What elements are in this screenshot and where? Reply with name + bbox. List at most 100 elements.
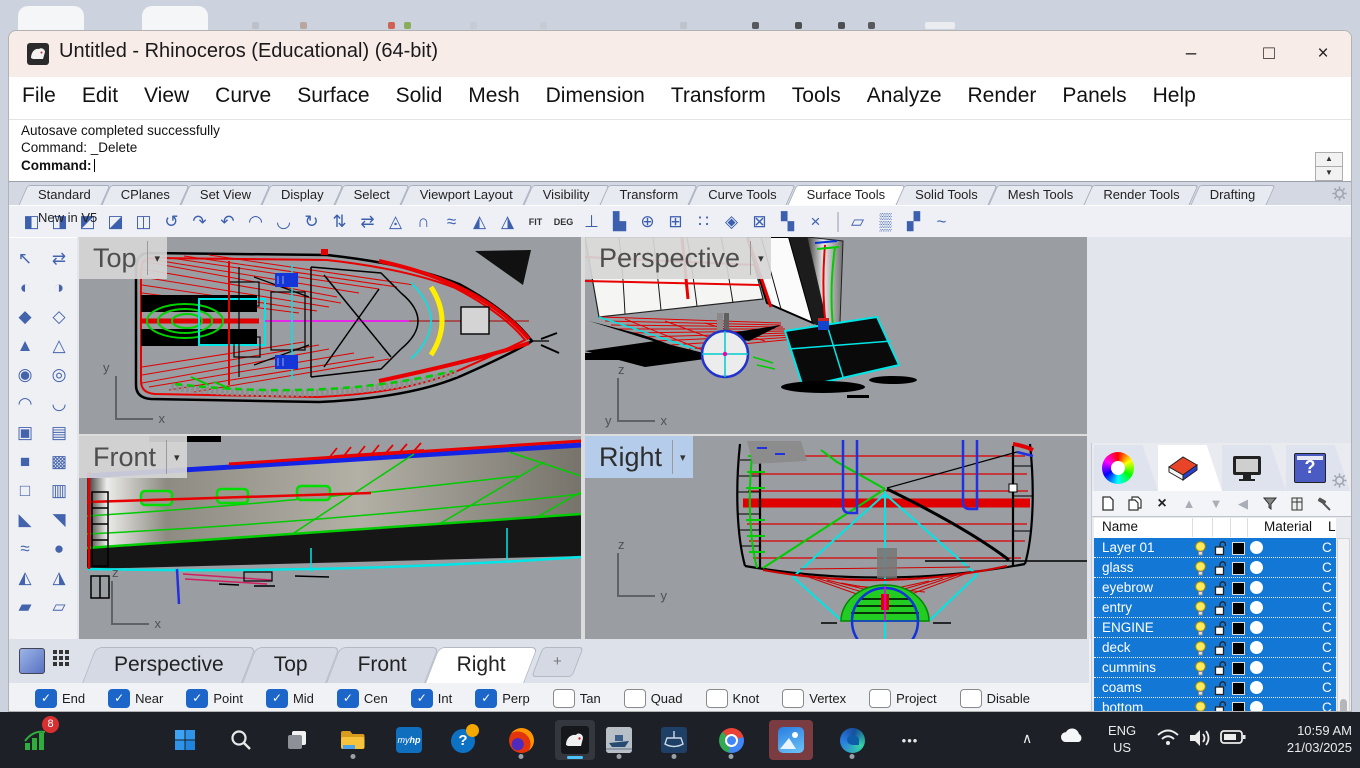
layer-tools-button[interactable] [1316, 496, 1332, 512]
layer-visibility-bulb-icon[interactable] [1194, 661, 1207, 676]
taskbar-firefox-button[interactable] [501, 720, 541, 760]
fit-tolerance-icon[interactable]: FIT [523, 209, 548, 234]
column-linetype[interactable]: L [1328, 519, 1336, 534]
layer-linetype[interactable]: C [1322, 540, 1336, 555]
layer-linetype[interactable]: C [1322, 600, 1336, 615]
layer-color-swatch[interactable] [1232, 702, 1245, 712]
osnap-checkbox[interactable]: ✓ [475, 689, 497, 708]
cylinder-tool-icon[interactable]: ▥ [45, 478, 73, 503]
taskbar-boat-image-button[interactable] [599, 720, 639, 760]
layer-row[interactable]: deck C [1094, 638, 1336, 658]
ribbon-divider[interactable] [837, 212, 839, 232]
viewport-perspective[interactable]: Perspective ▾ z y x [585, 237, 1087, 434]
blend-surface-icon[interactable]: ◠ [243, 209, 268, 234]
osnap-toggle[interactable]: ✓ Near [108, 689, 163, 708]
column-name[interactable]: Name [1102, 519, 1138, 534]
layer-lock-icon[interactable] [1214, 681, 1227, 696]
layer-material-swatch[interactable] [1250, 701, 1263, 712]
viewport-menu-arrow-icon[interactable]: ▾ [166, 440, 187, 474]
taskbar-file-explorer-button[interactable] [333, 720, 373, 760]
layer-visibility-bulb-icon[interactable] [1194, 581, 1207, 596]
fair-surface-icon[interactable]: ≈ [439, 209, 464, 234]
layer-row[interactable]: coams C [1094, 678, 1336, 698]
toolbar-tab[interactable]: CPlanes [106, 185, 185, 205]
viewport-title-top[interactable]: Top ▾ [79, 237, 167, 279]
toolbar-tab[interactable]: Surface Tools [792, 185, 901, 205]
osnap-toggle[interactable]: Disable [960, 689, 1030, 708]
toolbar-tab[interactable]: Standard [23, 185, 106, 205]
taskbar-start-button[interactable] [165, 720, 205, 760]
layer-name[interactable]: deck [1102, 640, 1188, 655]
osnap-checkbox[interactable] [869, 689, 891, 708]
layer-material-swatch[interactable] [1250, 621, 1263, 634]
layer-name[interactable]: glass [1102, 560, 1188, 575]
make-periodic-icon[interactable]: ◬ [383, 209, 408, 234]
toolbar-tab[interactable]: Transform [604, 185, 693, 205]
duplicate-layer-button[interactable] [1127, 496, 1143, 512]
layer-name[interactable]: ENGINE [1102, 620, 1188, 635]
match-surface-icon[interactable]: ∩ [411, 209, 436, 234]
osnap-checkbox[interactable] [624, 689, 646, 708]
toolbar-tab[interactable]: Display [266, 185, 339, 205]
pyramid-tool-icon[interactable]: ◥ [45, 507, 73, 532]
layer-linetype[interactable]: C [1322, 560, 1336, 575]
layer-row[interactable]: glass C [1094, 558, 1336, 578]
surface-from-grid-icon[interactable]: ⊕ [635, 209, 660, 234]
ellipse-tool-icon[interactable]: ◎ [45, 362, 73, 387]
viewport-thumbnail-icon[interactable] [19, 648, 45, 674]
layer-color-swatch[interactable] [1232, 662, 1245, 675]
layer-name[interactable]: eyebrow [1102, 580, 1188, 595]
smash-surface-icon[interactable]: ▚ [775, 209, 800, 234]
layer-visibility-bulb-icon[interactable] [1194, 681, 1207, 696]
toolbar-tab[interactable]: Visibility [528, 185, 605, 205]
layer-color-swatch[interactable] [1232, 542, 1245, 555]
toolbar-tab[interactable]: Curve Tools [693, 185, 791, 205]
layer-material-swatch[interactable] [1250, 581, 1263, 594]
close-button[interactable]: × [1301, 39, 1345, 69]
layer-color-swatch[interactable] [1232, 582, 1245, 595]
menu-item[interactable]: Solid [383, 77, 456, 108]
layer-visibility-bulb-icon[interactable] [1194, 621, 1207, 636]
move-layer-up-button[interactable]: ▲ [1181, 496, 1197, 512]
viewport-tab[interactable]: Top [249, 647, 333, 683]
osnap-checkbox[interactable]: ✓ [266, 689, 288, 708]
viewport-top[interactable]: Top ▾ y x [79, 237, 581, 434]
polygon-tool-icon[interactable]: ▤ [45, 420, 73, 445]
refit-surface-icon[interactable]: ◭ [467, 209, 492, 234]
align-surface-icon[interactable]: ▙ [607, 209, 632, 234]
circle-tool-icon[interactable]: ◉ [11, 362, 39, 387]
tab-layers[interactable] [1158, 445, 1222, 491]
viewport-menu-arrow-icon[interactable]: ▾ [750, 241, 771, 275]
viewport-title-perspective[interactable]: Perspective ▾ [585, 237, 771, 279]
move-layer-down-button[interactable]: ▼ [1208, 496, 1224, 512]
taskbar-edge-button[interactable] [832, 720, 872, 760]
viewport-menu-arrow-icon[interactable]: ▾ [147, 241, 168, 275]
surface-from-points-icon[interactable]: ⊞ [663, 209, 688, 234]
tab-display[interactable] [1222, 445, 1286, 491]
sphere-tool-icon[interactable]: ● [45, 536, 73, 561]
fillet-1-icon[interactable]: ◭ [11, 565, 39, 590]
clock[interactable]: 10:59 AM 21/03/2025 [1252, 722, 1360, 756]
command-scroll-up-button[interactable]: ▲ [1315, 152, 1343, 167]
layer-report-button[interactable] [1289, 496, 1305, 512]
toolbar-tab[interactable]: Drafting [1195, 185, 1271, 205]
taskbar-boat-model-button[interactable] [654, 720, 694, 760]
symmetry-icon[interactable]: ↺ [159, 209, 184, 234]
grid-snap-icon[interactable] [51, 648, 75, 672]
flow-back-icon[interactable]: ↶ [215, 209, 240, 234]
taskbar-photos-button[interactable] [769, 720, 813, 760]
volume-icon[interactable] [1188, 727, 1212, 749]
menu-item[interactable]: Transform [658, 77, 779, 108]
viewport-title-front[interactable]: Front ▾ [79, 436, 187, 478]
show-objects-icon[interactable]: ◐ [11, 275, 39, 300]
menu-item[interactable]: Surface [284, 77, 382, 108]
surface-cv-icon[interactable]: △ [45, 333, 73, 358]
title-bar[interactable]: Untitled - Rhinoceros (Educational) (64-… [9, 31, 1352, 77]
viewport-right[interactable]: Right ▾ z y [585, 436, 1087, 639]
connect-surfaces-icon[interactable]: ◫ [131, 209, 156, 234]
taskbar-chrome-button[interactable] [711, 720, 751, 760]
scrollbar-thumb[interactable] [1340, 699, 1347, 712]
layer-linetype[interactable]: C [1322, 620, 1336, 635]
layer-material-swatch[interactable] [1250, 541, 1263, 554]
menu-item[interactable]: Curve [202, 77, 284, 108]
